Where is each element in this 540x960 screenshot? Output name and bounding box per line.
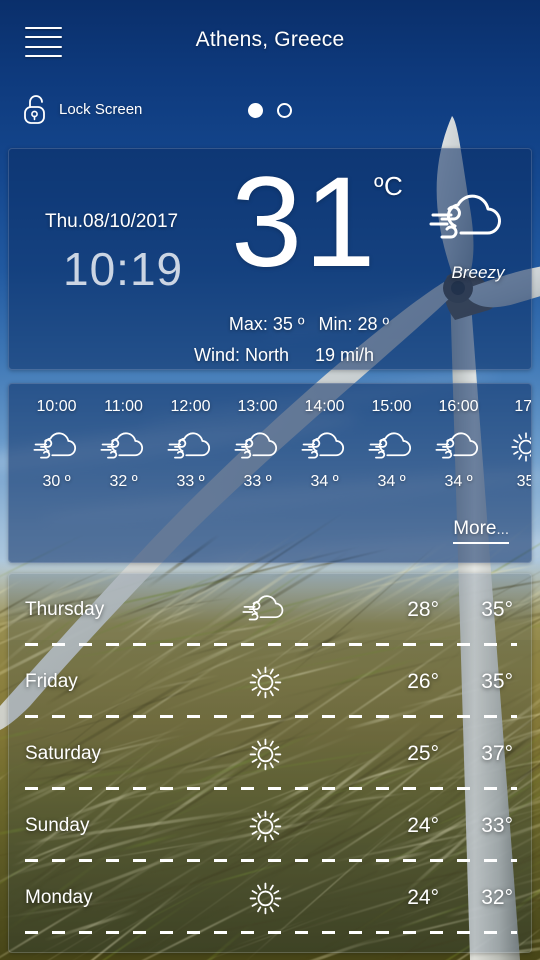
daily-weather-icon [225, 735, 305, 774]
daily-high-temperature: 33° [481, 814, 513, 837]
page-dot-2[interactable] [277, 103, 292, 118]
hourly-forecast-card[interactable]: 10:00 30 º 11:00 32 º 12:00 33 º 13:00 33 º 14:0… [8, 383, 532, 563]
daily-day-name: Sunday [25, 815, 90, 836]
wind-cloud-icon [242, 595, 284, 621]
current-temperature: 31 [231, 151, 378, 294]
page-dot-1[interactable] [248, 103, 263, 118]
min-temperature: Min: 28 º [318, 314, 390, 334]
hourly-weather-icon [157, 425, 224, 469]
wind-cloud-icon [32, 431, 76, 459]
max-min-row: Max: 35 º Min: 28 º [9, 314, 531, 335]
current-time: 10:19 [63, 243, 184, 295]
hourly-time: 17: [514, 398, 532, 415]
max-temperature: Max: 35 º [228, 314, 305, 334]
hourly-time: 10:00 [36, 398, 77, 415]
wind-row: Wind: North 19 mi/h [9, 345, 531, 366]
hourly-forecast-item[interactable]: 11:00 32 º [90, 398, 157, 491]
sun-icon [510, 432, 531, 462]
wind-cloud-icon [434, 431, 478, 459]
sun-icon [249, 882, 281, 914]
hourly-forecast-strip[interactable]: 10:00 30 º 11:00 32 º 12:00 33 º 13:00 33 º 14:0… [23, 398, 531, 491]
daily-high-temperature: 35° [481, 598, 513, 621]
hourly-time: 16:00 [438, 398, 479, 415]
hourly-temperature: 34 º [310, 473, 339, 490]
daily-forecast-row[interactable]: Monday 24° 32° [9, 862, 531, 934]
more-link[interactable]: More... [453, 518, 509, 544]
daily-high-temperature: 32° [481, 886, 513, 909]
hourly-forecast-item[interactable]: 10:00 30 º [23, 398, 90, 491]
wind-cloud-icon [166, 431, 210, 459]
hourly-forecast-item[interactable]: 16:00 34 º [425, 398, 492, 491]
daily-low-temperature: 28° [407, 598, 439, 621]
hourly-time: 14:00 [304, 398, 345, 415]
hourly-time: 11:00 [104, 398, 143, 415]
hourly-weather-icon [224, 425, 291, 469]
daily-low-temperature: 24° [407, 814, 439, 837]
daily-forecast-row[interactable]: Saturday 25° 37° [9, 718, 531, 790]
wind-cloud-icon [429, 194, 501, 239]
hourly-time: 13:00 [237, 398, 278, 415]
daily-forecast-card[interactable]: Thursday 28° 35° Friday 26° 35° Saturday 25° 37°… [8, 573, 532, 953]
current-date: Thu.08/10/2017 [45, 211, 179, 232]
current-conditions-card[interactable]: Thu.08/10/2017 10:19 31 ºC Breezy Max: 3… [8, 148, 532, 370]
hourly-temperature: 33 º [176, 473, 205, 490]
daily-high-temperature: 35° [481, 670, 513, 693]
daily-weather-icon [225, 592, 305, 628]
daily-low-temperature: 25° [407, 742, 439, 765]
daily-low-temperature: 24° [407, 886, 439, 909]
hourly-weather-icon [90, 425, 157, 469]
wind-cloud-icon [367, 431, 411, 459]
daily-forecast-row[interactable]: Sunday 24° 33° [9, 790, 531, 862]
daily-high-temperature: 37° [481, 742, 513, 765]
daily-day-name: Friday [25, 671, 78, 692]
daily-weather-icon [225, 879, 305, 918]
more-label: More [453, 518, 497, 539]
hourly-weather-icon [492, 425, 531, 469]
more-ellipsis: ... [496, 521, 509, 538]
wind-cloud-icon [300, 431, 344, 459]
page-indicator [0, 103, 540, 118]
daily-day-name: Monday [25, 887, 93, 908]
row-divider [25, 931, 517, 934]
daily-weather-icon [225, 807, 305, 846]
hourly-weather-icon [425, 425, 492, 469]
top-bar: Athens, Greece [0, 0, 540, 84]
hourly-weather-icon [291, 425, 358, 469]
page-title: Athens, Greece [195, 28, 345, 51]
hourly-weather-icon [358, 425, 425, 469]
hourly-forecast-item[interactable]: 14:00 34 º [291, 398, 358, 491]
hourly-temperature: 35 [516, 473, 531, 490]
sun-icon [249, 666, 281, 698]
sun-icon [249, 738, 281, 770]
daily-forecast-row[interactable]: Friday 26° 35° [9, 646, 531, 718]
wind-cloud-icon [99, 431, 143, 459]
hourly-weather-icon [23, 425, 90, 469]
daily-day-name: Saturday [25, 743, 102, 764]
sun-icon [249, 810, 281, 842]
hourly-forecast-item[interactable]: 13:00 33 º [224, 398, 291, 491]
hourly-temperature: 30 º [42, 473, 71, 490]
hourly-temperature: 33 º [243, 473, 272, 490]
hourly-forecast-item[interactable]: 15:00 34 º [358, 398, 425, 491]
daily-day-name: Thursday [25, 599, 105, 620]
daily-forecast-list: Thursday 28° 35° Friday 26° 35° Saturday 25° 37°… [9, 574, 531, 934]
wind-speed: 19 mi/h [315, 345, 375, 365]
daily-weather-icon [225, 663, 305, 702]
wind-direction: Wind: North [193, 345, 289, 365]
hourly-time: 12:00 [170, 398, 211, 415]
hourly-forecast-item[interactable]: 17: 35 [492, 398, 532, 491]
temperature-unit: ºC [374, 171, 404, 201]
hamburger-line [25, 54, 62, 57]
hourly-forecast-item[interactable]: 12:00 33 º [157, 398, 224, 491]
hourly-temperature: 34 º [377, 473, 406, 490]
hourly-time: 15:00 [371, 398, 412, 415]
hourly-temperature: 34 º [444, 473, 473, 490]
daily-forecast-row[interactable]: Thursday 28° 35° [9, 574, 531, 646]
lock-screen-row: Lock Screen [0, 92, 540, 134]
hourly-temperature: 32 º [109, 473, 138, 490]
wind-cloud-icon [233, 431, 277, 459]
current-condition-label: Breezy [451, 263, 505, 282]
daily-low-temperature: 26° [407, 670, 439, 693]
